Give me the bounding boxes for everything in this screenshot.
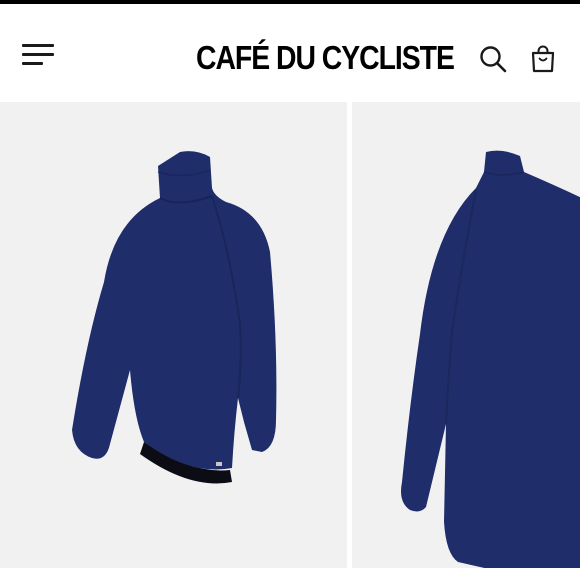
product-image-front[interactable]: [0, 102, 347, 568]
hamburger-menu-button[interactable]: [22, 40, 56, 68]
product-image-gallery[interactable]: [0, 102, 580, 580]
brand-logo[interactable]: CAFÉ DU CYCLISTE: [196, 36, 455, 80]
turtleneck-back-image: [401, 150, 580, 568]
page: CAFÉ DU CYCLISTE: [0, 0, 580, 580]
site-header: CAFÉ DU CYCLISTE: [0, 4, 580, 102]
search-icon: [480, 46, 507, 73]
search-button[interactable]: [478, 44, 508, 74]
shopping-bag-button[interactable]: [528, 44, 558, 74]
turtleneck-front-image: [72, 151, 277, 484]
product-image-back[interactable]: [352, 102, 580, 568]
shopping-bag-icon: [531, 45, 555, 73]
